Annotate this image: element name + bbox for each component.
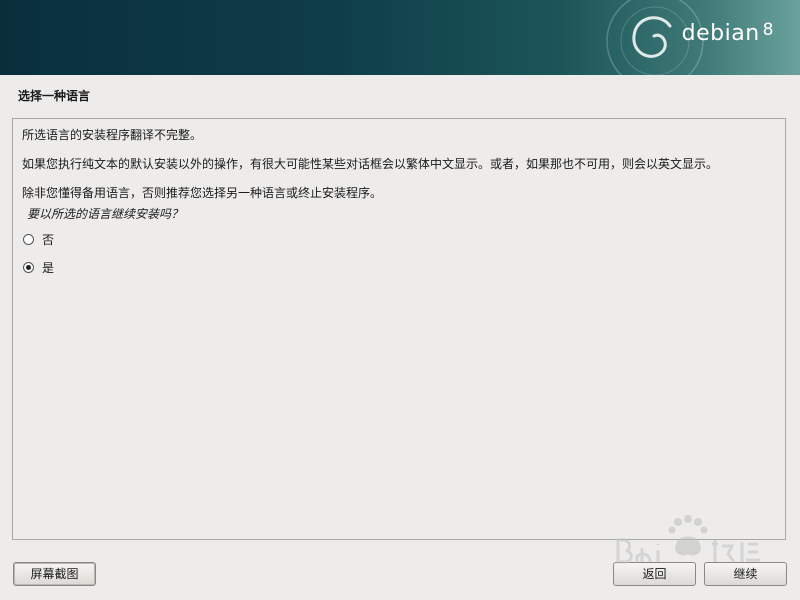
debian-logo: debian 8 xyxy=(682,20,774,46)
content-panel: 所选语言的安装程序翻译不完整。 如果您执行纯文本的默认安装以外的操作，有很大可能… xyxy=(12,118,786,540)
message-recommendation: 除非您懂得备用语言，否则推荐您选择另一种语言或终止安装程序。 xyxy=(22,186,383,200)
radio-no-icon[interactable] xyxy=(23,233,34,245)
option-no[interactable]: 否 xyxy=(23,231,54,247)
brand-version: 8 xyxy=(762,20,774,40)
option-yes-label: 是 xyxy=(42,260,55,275)
option-no-label: 否 xyxy=(42,232,55,247)
screenshot-button[interactable]: 屏幕截图 xyxy=(13,562,96,586)
message-incomplete: 所选语言的安装程序翻译不完整。 xyxy=(22,128,203,142)
radio-selected-dot xyxy=(26,264,31,270)
radio-yes-icon[interactable] xyxy=(23,261,34,273)
header-banner: debian 8 xyxy=(0,0,800,75)
installer-window: debian 8 选择一种语言 所选语言的安装程序翻译不完整。 如果您执行纯文本的… xyxy=(0,0,800,600)
continue-button[interactable]: 继续 xyxy=(704,562,787,586)
question-text: 要以所选的语言继续安装吗？ xyxy=(27,207,184,221)
brand-name: debian xyxy=(681,21,760,46)
back-button[interactable]: 返回 xyxy=(613,562,696,586)
message-fallback: 如果您执行纯文本的默认安装以外的操作，有很大可能性某些对话框会以繁体中文显示。或… xyxy=(22,157,719,171)
option-yes[interactable]: 是 xyxy=(23,259,54,275)
dialog-title: 选择一种语言 xyxy=(18,89,91,103)
